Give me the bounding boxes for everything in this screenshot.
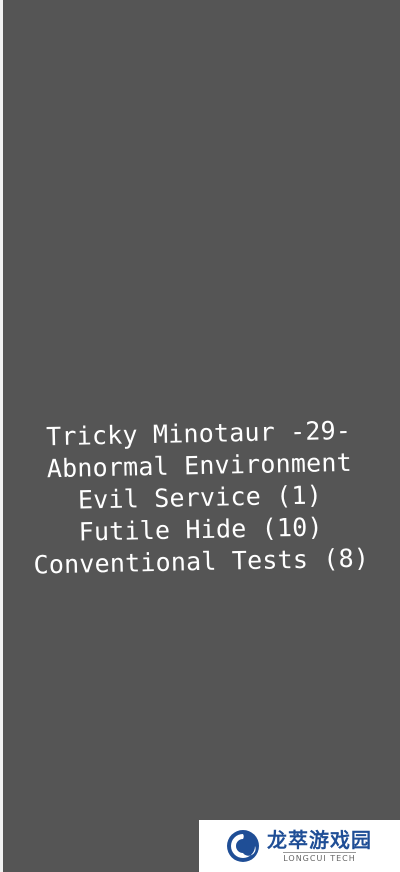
watermark-badge: 龙萃游戏园 LONGCUI TECH [199, 820, 400, 872]
watermark-name: 龙萃游戏园 [267, 828, 372, 852]
swirl-logo-icon [227, 830, 259, 862]
watermark-text: 龙萃游戏园 LONGCUI TECH [267, 828, 372, 864]
level-menu: Tricky Minotaur -29- Abnormal Environmen… [0, 414, 400, 582]
game-screen: Tricky Minotaur -29- Abnormal Environmen… [0, 0, 400, 872]
watermark-subtitle: LONGCUI TECH [283, 852, 356, 863]
